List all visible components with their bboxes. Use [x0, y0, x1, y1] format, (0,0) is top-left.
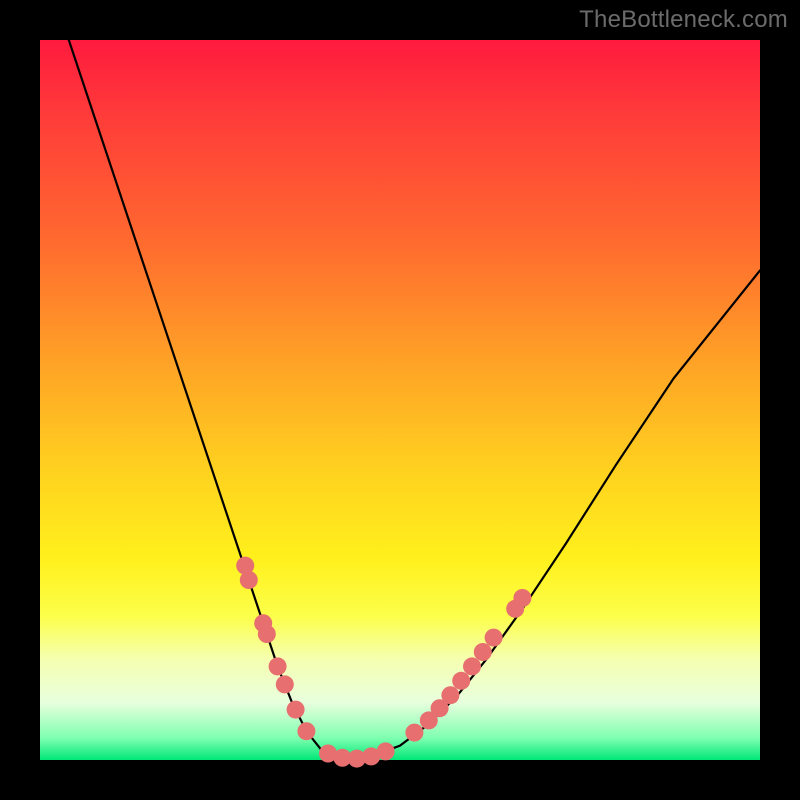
marker-dot [441, 686, 459, 704]
marker-dot [405, 724, 423, 742]
marker-dot [513, 589, 531, 607]
marker-dot [452, 672, 470, 690]
marker-dot [377, 742, 395, 760]
curve-layer [40, 40, 760, 760]
marker-dot [287, 701, 305, 719]
marker-dot [276, 675, 294, 693]
bottleneck-curve [69, 40, 760, 760]
marker-dot [463, 657, 481, 675]
marker-dots [236, 557, 531, 768]
marker-dot [240, 571, 258, 589]
chart-frame: TheBottleneck.com [0, 0, 800, 800]
marker-dot [474, 643, 492, 661]
marker-dot [485, 629, 503, 647]
marker-dot [297, 722, 315, 740]
watermark-text: TheBottleneck.com [579, 6, 788, 34]
marker-dot [269, 657, 287, 675]
marker-dot [258, 625, 276, 643]
plot-area [40, 40, 760, 760]
